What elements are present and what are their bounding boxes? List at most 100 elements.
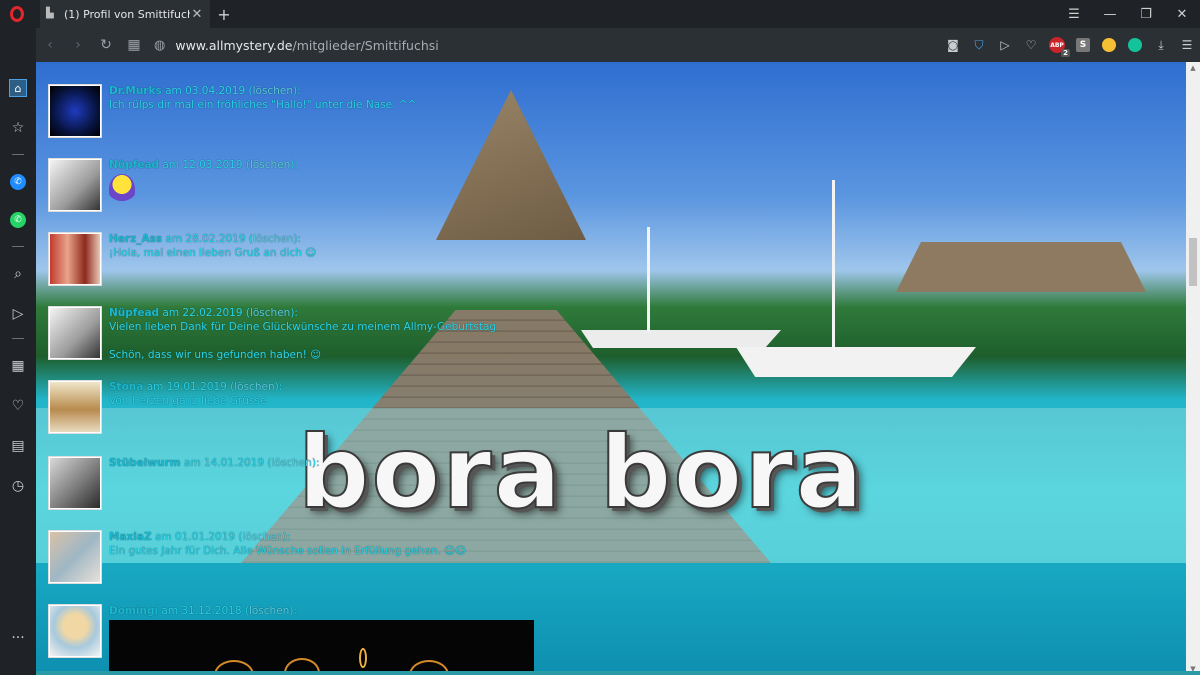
entry-message: Von Herzen ganz liebe Grüsse: [109, 395, 267, 407]
entry-date: am 28.02.2019 (: [162, 233, 253, 245]
snapshot-button[interactable]: ◙: [940, 28, 966, 62]
entry-message: Ein gutes Jahr für Dich. Alle Wünsche so…: [109, 545, 467, 557]
entry-date-suffix: ):: [293, 233, 301, 245]
scrollbar-thumb[interactable]: [1189, 238, 1197, 286]
entry-date-suffix: ):: [311, 457, 320, 469]
home-icon: ⌂: [9, 79, 27, 97]
delete-link[interactable]: löschen: [234, 381, 274, 393]
sidebar-news-button[interactable]: ▤: [0, 432, 36, 460]
avatar[interactable]: [48, 456, 102, 510]
entry-author-link[interactable]: Stona: [109, 381, 143, 393]
avatar[interactable]: [48, 232, 102, 286]
sidebar-search-button[interactable]: ⌕: [0, 260, 36, 288]
entry-date-suffix: ):: [292, 85, 301, 97]
s-extension-icon: S: [1076, 38, 1090, 52]
opera-logo-icon: [10, 6, 24, 22]
entry-date-suffix: ):: [290, 159, 298, 171]
tab-menu-icon[interactable]: ☰: [1056, 0, 1092, 28]
banner-title: bora bora: [297, 413, 865, 532]
grammarly-extension-button[interactable]: [1122, 28, 1148, 62]
avatar[interactable]: [48, 158, 102, 212]
entry-date: am 22.02.2019 (: [159, 307, 250, 319]
avatar[interactable]: [48, 380, 102, 434]
easy-setup-button[interactable]: ☰: [1174, 28, 1200, 62]
back-button[interactable]: ‹: [36, 28, 64, 62]
sidebar-flow-button[interactable]: ▷: [0, 300, 36, 328]
sidebar: ⌂ ☆ ✆ ✆ ⌕ ▷ ▦ ♡ ▤ ◷ ···: [0, 62, 36, 675]
download-icon: ⤓: [1158, 37, 1164, 52]
messenger-icon: ✆: [10, 174, 26, 190]
send-to-flow-button[interactable]: ▷: [992, 28, 1018, 62]
background-bungalows-image: [896, 242, 1146, 292]
sidebar-messenger-button[interactable]: ✆: [0, 168, 36, 196]
restore-button[interactable]: ❐: [1128, 0, 1164, 28]
settings-sliders-icon: ☰: [1181, 38, 1193, 52]
downloads-button[interactable]: ⤓: [1148, 28, 1174, 62]
delete-link[interactable]: löschen: [243, 531, 283, 543]
shield-icon: ⛉: [974, 37, 984, 52]
news-icon: ▤: [11, 438, 25, 454]
close-window-button[interactable]: ✕: [1164, 0, 1200, 28]
delete-link[interactable]: löschen: [249, 605, 289, 617]
chevron-left-icon: ‹: [47, 37, 53, 53]
entry-date: am 19.01.2019 (: [143, 381, 235, 393]
whatsapp-icon: ✆: [10, 212, 26, 228]
entry-author-link[interactable]: Nüpfead: [109, 307, 159, 319]
tiles-icon: ▦: [127, 37, 141, 53]
forward-button[interactable]: ›: [64, 28, 92, 62]
entry-author-link[interactable]: Stübelwurm: [109, 457, 181, 469]
heart-icon: ♡: [11, 398, 25, 414]
add-to-favorites-button[interactable]: ♡: [1018, 28, 1044, 62]
reload-button[interactable]: ↻: [92, 28, 120, 62]
heart-icon: ♡: [1025, 38, 1037, 52]
url-field[interactable]: ◍ www.allmystery.de/mitglieder/Smittifuc…: [154, 38, 439, 53]
emoji-extension-button[interactable]: [1096, 28, 1122, 62]
delete-link[interactable]: löschen: [250, 307, 290, 319]
entry-author-link[interactable]: Herz_Ass: [109, 233, 162, 245]
grammarly-icon: [1128, 38, 1142, 52]
s-extension-button[interactable]: S: [1070, 28, 1096, 62]
sidebar-home-button[interactable]: ⌂: [0, 74, 36, 102]
sidebar-whatsapp-button[interactable]: ✆: [0, 206, 36, 234]
background-boat-image: [581, 330, 781, 348]
avatar[interactable]: [48, 530, 102, 584]
tab-profile[interactable]: ▙ (1) Profil von Smittifuchsi - ✕: [40, 0, 210, 28]
page-scrollbar[interactable]: ▲ ▼: [1186, 62, 1200, 675]
entry-date: am 31.12.2018 (: [158, 605, 249, 617]
sidebar-more-button[interactable]: ···: [0, 624, 36, 652]
tiles-button[interactable]: ▦: [120, 28, 148, 62]
avatar[interactable]: [48, 604, 102, 658]
avatar[interactable]: [48, 84, 102, 138]
delete-link[interactable]: löschen: [250, 159, 290, 171]
entry-date: am 12.03.2019 (: [159, 159, 250, 171]
star-icon: ☆: [11, 120, 25, 136]
site-favicon-icon: ▙: [46, 8, 54, 19]
vpn-button[interactable]: ⛉: [966, 28, 992, 62]
sidebar-separator: [12, 246, 24, 247]
entry-author-link[interactable]: Domingi: [109, 605, 158, 617]
smiley-sticker-icon: [109, 174, 135, 204]
entry-date: am 01.01.2019 (: [151, 531, 243, 543]
entry-author-link[interactable]: Nüpfead: [109, 159, 159, 171]
sidebar-separator: [12, 154, 24, 155]
globe-icon: ◍: [154, 37, 166, 53]
new-tab-button[interactable]: +: [210, 5, 238, 24]
opera-menu-button[interactable]: [0, 0, 34, 28]
entry-date-suffix: ):: [289, 605, 297, 617]
avatar[interactable]: [48, 306, 102, 360]
sidebar-my-flow-button[interactable]: ♡: [0, 392, 36, 420]
entry-author-link[interactable]: MaxiaZ: [109, 531, 152, 543]
delete-link[interactable]: löschen: [253, 233, 293, 245]
delete-link[interactable]: löschen: [253, 85, 293, 97]
adblock-extension-button[interactable]: ABP 2: [1044, 28, 1070, 62]
minimize-button[interactable]: —: [1092, 0, 1128, 28]
tab-close-button[interactable]: ✕: [190, 7, 204, 22]
more-icon: ···: [11, 630, 25, 646]
adblock-label: ABP: [1050, 41, 1064, 49]
scroll-up-icon[interactable]: ▲: [1186, 62, 1200, 74]
entry-author-link[interactable]: Dr.Murks: [109, 85, 162, 97]
sidebar-history-button[interactable]: ◷: [0, 472, 36, 500]
sidebar-bookmarks-button[interactable]: ☆: [0, 114, 36, 142]
sidebar-speed-dial-button[interactable]: ▦: [0, 352, 36, 380]
delete-link[interactable]: löschen: [271, 457, 311, 469]
